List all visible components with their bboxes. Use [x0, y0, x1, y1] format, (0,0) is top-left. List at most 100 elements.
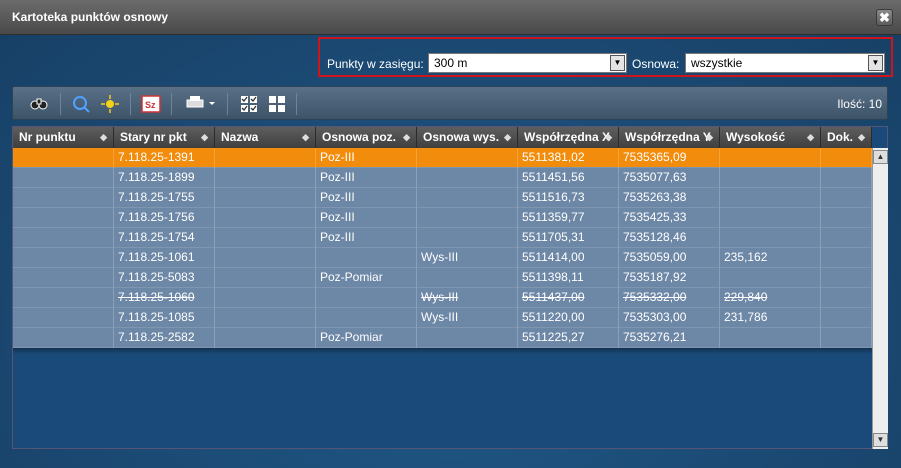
sort-icon[interactable]: ◆: [706, 127, 713, 147]
cell-dok: [821, 248, 872, 268]
title-bar[interactable]: Kartoteka punktów osnowy ✖: [0, 0, 901, 35]
svg-text:Sz: Sz: [145, 100, 156, 110]
cell-wsp-x: 5511705,31: [518, 228, 619, 248]
sort-icon[interactable]: ◆: [504, 127, 511, 147]
sz-icon[interactable]: Sz: [141, 95, 161, 113]
header-label: Nr punktu: [19, 130, 76, 144]
table-row[interactable]: 7.118.25-5083 Poz-Pomiar 5511398,11 7535187…: [13, 268, 872, 288]
header-col-wsp-x[interactable]: Współrzędna X ◆: [518, 127, 619, 148]
cell-wsp-y: 7535276,21: [619, 328, 720, 348]
sort-icon[interactable]: ◆: [605, 127, 612, 147]
cell-osnowa-wys: Wys-III: [417, 308, 518, 328]
table-body: 7.118.25-1391 Poz-III 5511381,02 7535365,09…: [13, 148, 872, 348]
cell-dok: [821, 168, 872, 188]
header-col-wsp-y[interactable]: Współrzędna Y ◆: [619, 127, 720, 148]
grid-icon[interactable]: [267, 95, 287, 113]
cell-osnowa-wys: Wys-III: [417, 248, 518, 268]
cell-osnowa-poz: [316, 288, 417, 308]
header-col-osnowa-wys[interactable]: Osnowa wys. ◆: [417, 127, 518, 148]
cell-wsp-y: 7535128,46: [619, 228, 720, 248]
header-col-nr-punktu[interactable]: Nr punktu ◆: [13, 127, 114, 148]
cell-nr-punktu: [13, 228, 114, 248]
cell-dok: [821, 328, 872, 348]
cell-osnowa-poz: Poz-III: [316, 228, 417, 248]
sort-icon[interactable]: ◆: [302, 127, 309, 147]
checklist-icon[interactable]: [239, 95, 259, 113]
print-icon[interactable]: [183, 95, 217, 113]
table-body-shadow: [13, 348, 872, 354]
points-table: Nr punktu ◆ Stary nr pkt ◆ Nazwa ◆ Osnowa poz.…: [12, 126, 888, 449]
cell-wysokosc: [720, 208, 821, 228]
cell-nazwa: [215, 168, 316, 188]
header-col-wysokosc[interactable]: Wysokość ◆: [720, 127, 821, 148]
cell-wsp-y: 7535303,00: [619, 308, 720, 328]
cell-osnowa-poz: Poz-III: [316, 208, 417, 228]
toolbar-separator: [130, 93, 131, 115]
sort-icon[interactable]: ◆: [858, 127, 865, 147]
chevron-down-icon[interactable]: ▼: [610, 55, 625, 71]
cell-wysokosc: [720, 328, 821, 348]
cell-nr-punktu: [13, 208, 114, 228]
cell-dok: [821, 228, 872, 248]
cell-nazwa: [215, 268, 316, 288]
osnowa-select[interactable]: wszystkie ▼: [685, 53, 885, 73]
scroll-down-icon[interactable]: ▼: [873, 433, 888, 447]
header-col-dok[interactable]: Dok. ◆: [821, 127, 872, 148]
close-button[interactable]: ✖: [876, 9, 893, 26]
cell-wsp-y: 7535187,92: [619, 268, 720, 288]
cell-wsp-x: 5511220,00: [518, 308, 619, 328]
cell-wysokosc: [720, 228, 821, 248]
cell-dok: [821, 288, 872, 308]
cell-wsp-x: 5511414,00: [518, 248, 619, 268]
table-row[interactable]: 7.118.25-1755 Poz-III 5511516,73 7535263,38: [13, 188, 872, 208]
cell-stary-nr: 7.118.25-1899: [114, 168, 215, 188]
header-col-nazwa[interactable]: Nazwa ◆: [215, 127, 316, 148]
cell-wysokosc: 231,786: [720, 308, 821, 328]
cell-nr-punktu: [13, 288, 114, 308]
header-label: Osnowa poz.: [322, 130, 397, 144]
sort-icon[interactable]: ◆: [100, 127, 107, 147]
header-col-stary-nr[interactable]: Stary nr pkt ◆: [114, 127, 215, 148]
cell-osnowa-poz: [316, 248, 417, 268]
table-row[interactable]: 7.118.25-1085 Wys-III 5511220,00 7535303,00…: [13, 308, 872, 328]
cell-nazwa: [215, 308, 316, 328]
cell-nr-punktu: [13, 328, 114, 348]
cell-stary-nr: 7.118.25-1060: [114, 288, 215, 308]
toolbar-separator: [60, 93, 61, 115]
sort-icon[interactable]: ◆: [403, 127, 410, 147]
cell-wsp-x: 5511225,27: [518, 328, 619, 348]
record-count: Ilość: 10: [837, 97, 882, 111]
table-row[interactable]: 7.118.25-1899 Poz-III 5511451,56 7535077,63: [13, 168, 872, 188]
header-label: Stary nr pkt: [120, 130, 187, 144]
cell-stary-nr: 7.118.25-1391: [114, 148, 215, 168]
header-col-osnowa-poz[interactable]: Osnowa poz. ◆: [316, 127, 417, 148]
cell-osnowa-poz: Poz-Pomiar: [316, 268, 417, 288]
osnowa-select-value: wszystkie: [691, 56, 743, 70]
cell-osnowa-wys: [417, 268, 518, 288]
table-header: Nr punktu ◆ Stary nr pkt ◆ Nazwa ◆ Osnowa poz.…: [13, 127, 872, 148]
filter-panel: Punkty w zasięgu: 300 m ▼ Osnowa: wszyst…: [318, 37, 893, 77]
table-row[interactable]: 7.118.25-1061 Wys-III 5511414,00 7535059,00…: [13, 248, 872, 268]
header-label: Nazwa: [221, 130, 259, 144]
sort-icon[interactable]: ◆: [807, 127, 814, 147]
chevron-down-icon[interactable]: ▼: [868, 55, 883, 71]
table-row[interactable]: 7.118.25-2582 Poz-Pomiar 5511225,27 7535276…: [13, 328, 872, 348]
cell-osnowa-wys: [417, 208, 518, 228]
range-select[interactable]: 300 m ▼: [428, 53, 627, 73]
cell-dok: [821, 188, 872, 208]
vertical-scrollbar[interactable]: ▲ ▼: [872, 148, 888, 449]
table-row[interactable]: 7.118.25-1391 Poz-III 5511381,02 7535365,09: [13, 148, 872, 168]
sort-icon[interactable]: ◆: [201, 127, 208, 147]
cell-stary-nr: 7.118.25-1754: [114, 228, 215, 248]
binoculars-icon[interactable]: [29, 95, 49, 113]
table-row[interactable]: 7.118.25-1060 Wys-III 5511437,00 7535332,00…: [13, 288, 872, 308]
cell-wysokosc: [720, 188, 821, 208]
table-row[interactable]: 7.118.25-1754 Poz-III 5511705,31 7535128,46: [13, 228, 872, 248]
settings-sun-icon[interactable]: [100, 95, 120, 113]
cell-osnowa-wys: Wys-III: [417, 288, 518, 308]
filter-icon[interactable]: [71, 95, 91, 113]
table-row[interactable]: 7.118.25-1756 Poz-III 5511359,77 7535425,33: [13, 208, 872, 228]
cell-stary-nr: 7.118.25-1085: [114, 308, 215, 328]
cell-osnowa-wys: [417, 228, 518, 248]
scroll-up-icon[interactable]: ▲: [873, 150, 888, 164]
